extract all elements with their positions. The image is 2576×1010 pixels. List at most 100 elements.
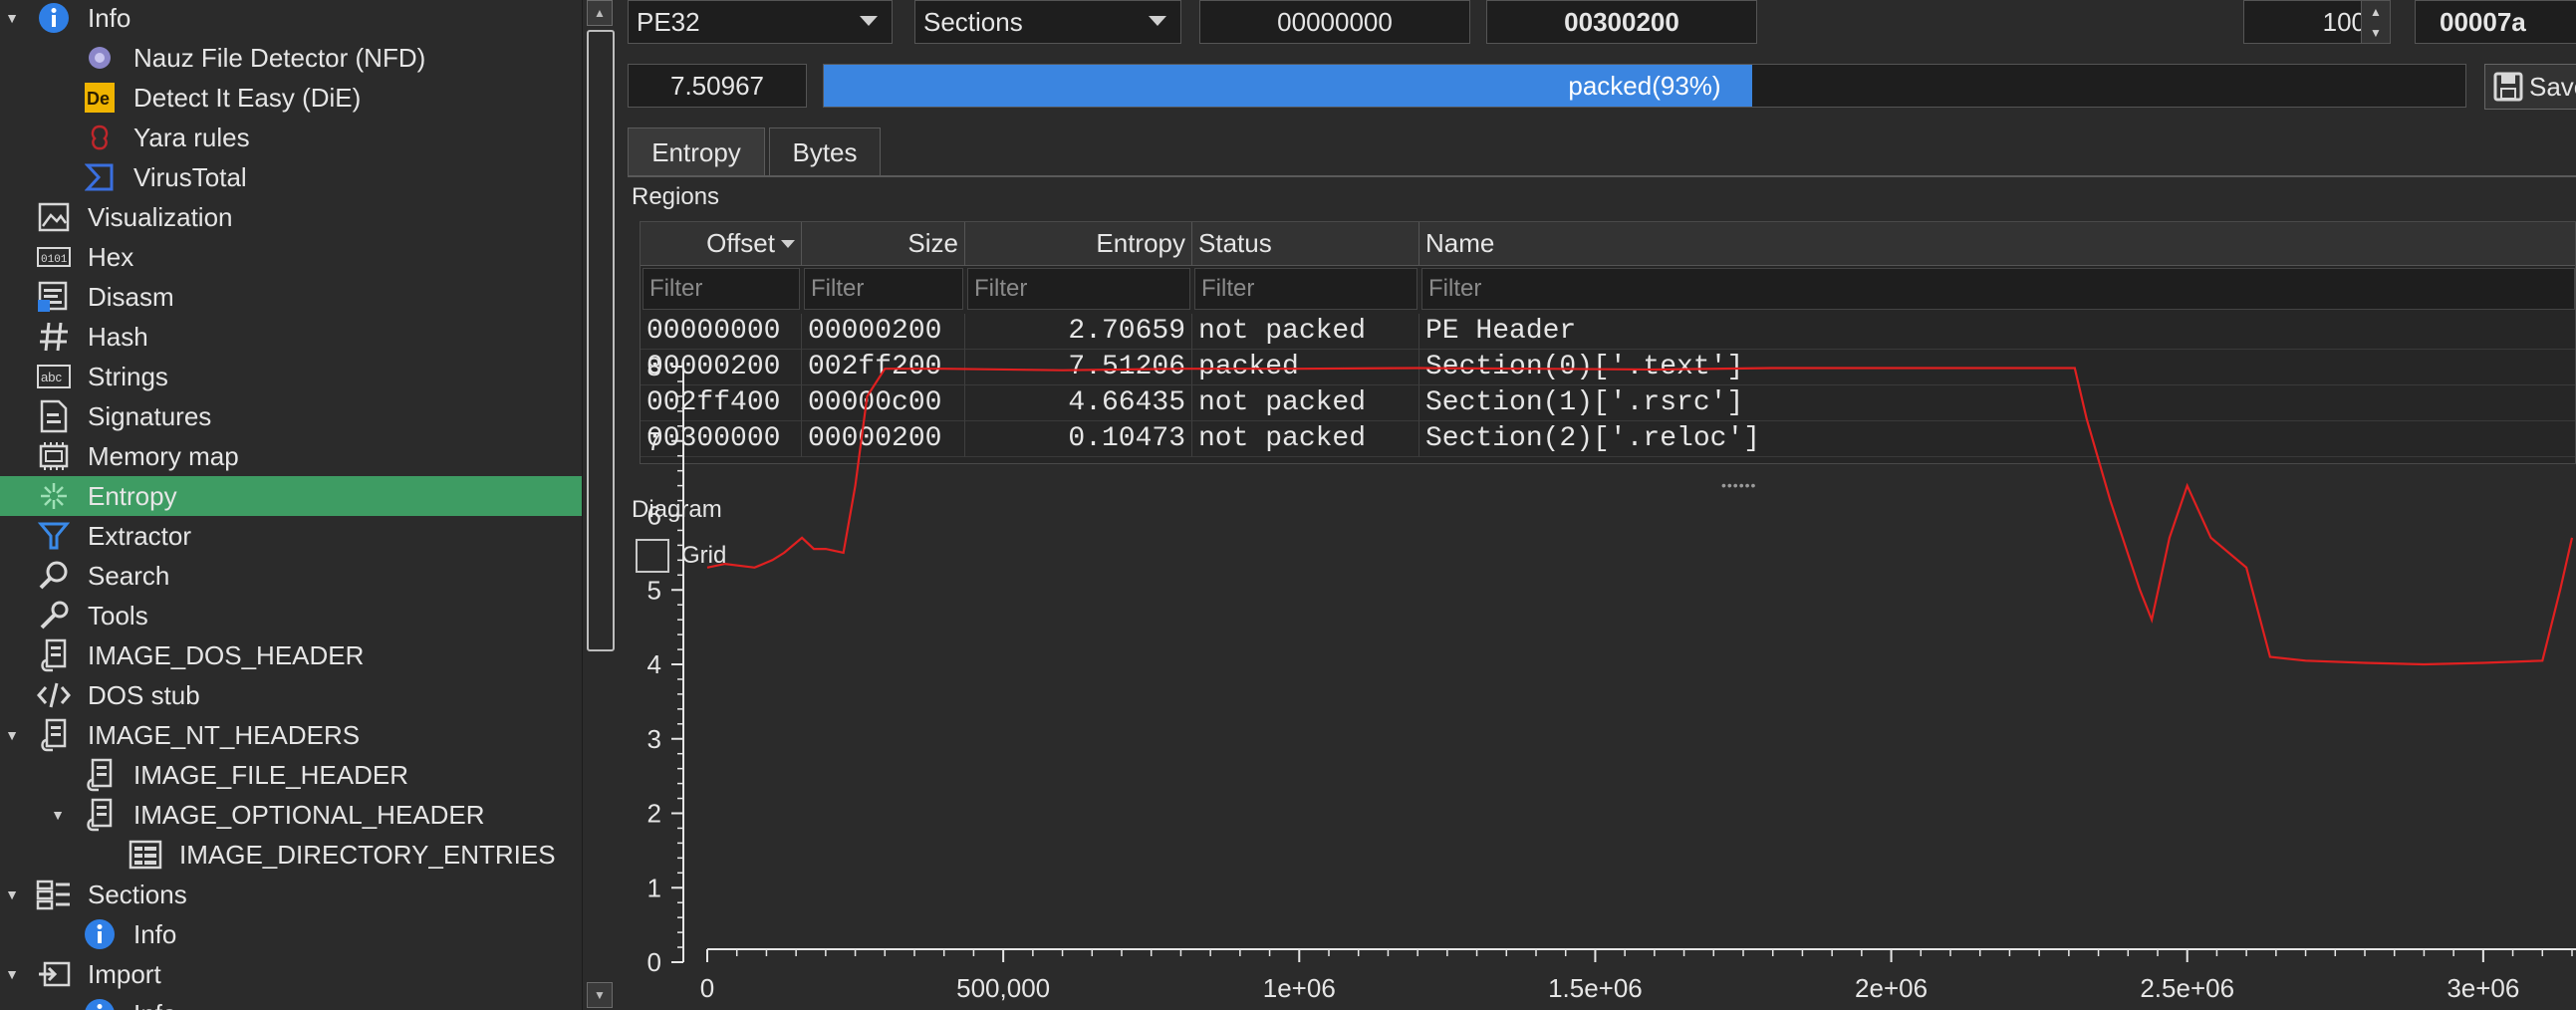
tab-entropy[interactable]: Entropy [628, 127, 765, 177]
tree-item-image-nt-headers[interactable]: ▼ IMAGE_NT_HEADERS [0, 715, 582, 755]
scrollbar-thumb[interactable] [587, 30, 615, 651]
svg-text:abc: abc [41, 370, 62, 384]
info-icon [82, 916, 118, 952]
tree-item-label: Strings [88, 362, 168, 391]
tree-item-label: IMAGE_OPTIONAL_HEADER [133, 800, 485, 830]
tree-item-yara-rules[interactable]: Yara rules [0, 118, 582, 157]
entropy-series-line [706, 367, 2574, 666]
filter-offset[interactable]: Filter [643, 268, 800, 310]
tree-item-label: Sections [88, 880, 187, 909]
packed-progress-bar: packed(93%) [823, 64, 2466, 108]
tree-expand-arrow-icon[interactable]: ▼ [2, 884, 22, 904]
entropy-chart: 0 1 2 3 4 5 6 7 8 0 500,000 1e+06 1.5e+06 2e+06 2.5e+0… [647, 352, 2576, 1003]
tree-expand-arrow-icon[interactable]: ▼ [2, 725, 22, 745]
navigation-tree[interactable]: ▼ Info Nauz File Detector (NFD) De Detect It… [0, 0, 582, 1010]
filter-size[interactable]: Filter [804, 268, 963, 310]
tree-expand-arrow-icon[interactable]: ▼ [2, 8, 22, 28]
memory-map-icon [36, 438, 72, 474]
tree-expand-arrow-icon[interactable]: ▼ [2, 964, 22, 984]
tree-item-label: Info [88, 3, 131, 33]
tree-item-hex[interactable]: 0101 Hex [0, 237, 582, 277]
tree-item-import[interactable]: ▼ Import [0, 954, 582, 994]
entropy-icon [36, 478, 72, 514]
save-button[interactable]: Save [2484, 64, 2576, 110]
progress-label: packed(93%) [1568, 70, 1721, 101]
tree-item-dos-stub[interactable]: DOS stub [0, 675, 582, 715]
filter-status[interactable]: Filter [1194, 268, 1417, 310]
cell-offset: 00000000 [641, 314, 802, 350]
floppy-disk-icon [2493, 72, 2523, 102]
tree-item-search[interactable]: Search [0, 556, 582, 596]
signatures-icon [36, 398, 72, 434]
tree-item-info[interactable]: Info [0, 914, 582, 954]
x-tick-label: 2e+06 [1855, 973, 1928, 1003]
filter-entropy[interactable]: Filter [967, 268, 1190, 310]
tab-bytes[interactable]: Bytes [769, 127, 881, 177]
x-tick-label: 1e+06 [1263, 973, 1336, 1003]
filter-name[interactable]: Filter [1421, 268, 2575, 310]
tree-item-signatures[interactable]: Signatures [0, 396, 582, 436]
type-select[interactable]: PE32 [628, 0, 893, 44]
count-spinbox[interactable]: 100 [2243, 0, 2377, 44]
tree-item-tools[interactable]: Tools [0, 596, 582, 635]
scroll-up-arrow-icon[interactable]: ▲ [587, 0, 613, 26]
cell-entropy: 2.70659 [965, 314, 1192, 350]
x-tick-label: 0 [700, 973, 714, 1003]
right-value-field[interactable]: 00007a [2415, 0, 2576, 44]
spin-up-icon[interactable]: ▲ [2370, 5, 2382, 19]
tree-item-nauz-file-detector-nfd-[interactable]: Nauz File Detector (NFD) [0, 38, 582, 78]
column-header-entropy[interactable]: Entropy [965, 222, 1192, 266]
total-entropy-field: 7.50967 [628, 64, 807, 108]
spinbox-arrows[interactable]: ▲ ▼ [2361, 0, 2391, 44]
tree-item-label: Entropy [88, 481, 177, 511]
column-header-offset[interactable]: Offset [641, 222, 802, 266]
struct-icon [82, 757, 118, 793]
tree-item-entropy[interactable]: Entropy [0, 476, 582, 516]
spin-down-icon[interactable]: ▼ [2370, 26, 2382, 40]
struct-icon [36, 717, 72, 753]
tree-item-label: IMAGE_NT_HEADERS [88, 720, 361, 750]
y-tick-label: 5 [647, 575, 661, 605]
save-label: Save [2529, 71, 2576, 102]
mode-select[interactable]: Sections [914, 0, 1181, 44]
tree-item-hash[interactable]: Hash [0, 317, 582, 357]
x-tick-label: 3e+06 [2447, 973, 2519, 1003]
tree-item-label: IMAGE_DOS_HEADER [88, 640, 365, 670]
regions-title: Regions [632, 183, 720, 210]
tree-scrollbar[interactable]: ▲ ▼ [582, 0, 615, 1010]
column-header-status[interactable]: Status [1192, 222, 1419, 266]
info-icon [36, 0, 72, 36]
tree-item-memory-map[interactable]: Memory map [0, 436, 582, 476]
tree-item-info[interactable]: Info [0, 994, 582, 1010]
tree-item-extractor[interactable]: Extractor [0, 516, 582, 556]
struct-icon [82, 797, 118, 833]
cell-name: PE Header [1419, 314, 2575, 350]
tree-item-label: Visualization [88, 202, 233, 232]
tree-item-visualization[interactable]: Visualization [0, 197, 582, 237]
tree-item-sections[interactable]: ▼ Sections [0, 875, 582, 914]
chevron-down-icon [1149, 16, 1166, 26]
tree-item-image-directory-entries[interactable]: IMAGE_DIRECTORY_ENTRIES [0, 835, 582, 875]
disasm-icon [36, 279, 72, 315]
size-field[interactable]: 00300200 [1486, 0, 1757, 44]
tree-item-label: Hash [88, 322, 148, 352]
tree-item-detect-it-easy-die-[interactable]: De Detect It Easy (DiE) [0, 78, 582, 118]
extractor-icon [36, 518, 72, 554]
y-tick-label: 0 [647, 947, 661, 977]
tree-item-image-optional-header[interactable]: ▼ IMAGE_OPTIONAL_HEADER [0, 795, 582, 835]
search-icon [36, 558, 72, 594]
tree-item-strings[interactable]: abc Strings [0, 357, 582, 396]
tree-item-info[interactable]: ▼ Info [0, 0, 582, 38]
tree-expand-arrow-icon[interactable]: ▼ [48, 805, 68, 825]
offset-field[interactable]: 00000000 [1199, 0, 1470, 44]
tree-item-image-dos-header[interactable]: IMAGE_DOS_HEADER [0, 635, 582, 675]
tree-item-disasm[interactable]: Disasm [0, 277, 582, 317]
scroll-down-arrow-icon[interactable]: ▼ [587, 982, 613, 1008]
tree-item-label: DOS stub [88, 680, 200, 710]
column-header-size[interactable]: Size [802, 222, 965, 266]
column-header-name[interactable]: Name [1419, 222, 2575, 266]
tree-item-virustotal[interactable]: VirusTotal [0, 157, 582, 197]
cell-size: 00000200 [802, 314, 965, 350]
y-tick-label: 1 [647, 873, 661, 902]
tree-item-image-file-header[interactable]: IMAGE_FILE_HEADER [0, 755, 582, 795]
